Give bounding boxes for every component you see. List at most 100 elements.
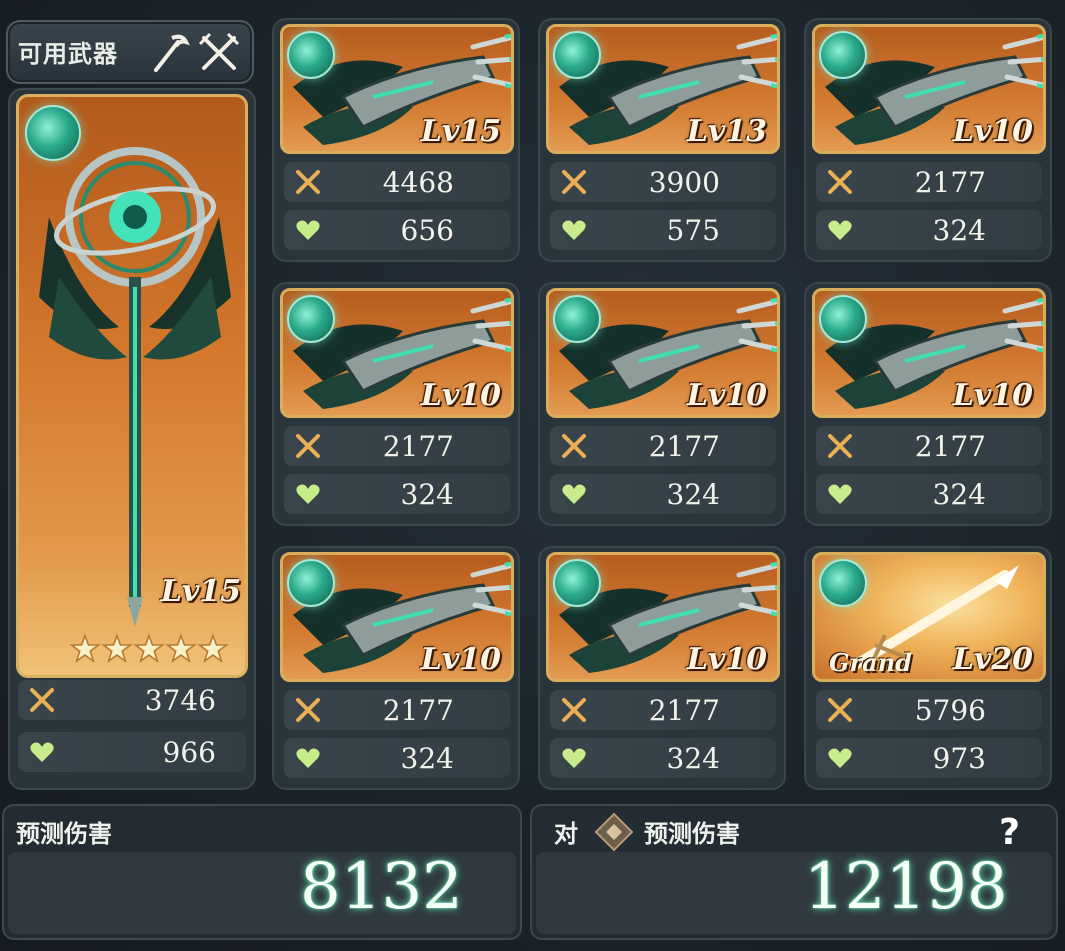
attack-value: 2177 [648,694,720,727]
weapon-artwork: Lv15 [280,24,514,154]
weapon-level: Lv20 [952,642,1033,677]
attack-value: 2177 [382,694,454,727]
star-icon [101,633,133,663]
weapon-artwork: Grand Lv20 [812,552,1046,682]
heart-icon [828,484,852,504]
weapon-level: Lv10 [952,114,1033,149]
star-icon [165,633,197,663]
heart-icon [296,748,320,768]
staff-artwork: Lv15 [16,94,248,678]
attack-stat: 2177 [816,162,1042,202]
attack-stat: 2177 [816,426,1042,466]
weapon-artwork: Lv10 [812,24,1046,154]
staff-type-icon [154,34,190,72]
hp-stat: 966 [18,732,246,772]
predicted-damage-panel: 预测伤害 8132 [2,804,522,940]
weapon-level: Lv10 [420,642,501,677]
weapon-level: Lv15 [420,114,501,149]
hp-stat: 324 [550,738,776,778]
vs-prefix: 对 [554,820,578,848]
weapon-card[interactable]: Lv10 2177 324 [272,282,520,526]
attack-stat: 2177 [284,426,510,466]
hp-value: 324 [400,742,454,775]
wind-element-icon [553,559,601,607]
weapon-card[interactable]: Lv10 2177 324 [272,546,520,790]
attack-icon [296,698,320,722]
attack-icon [828,698,852,722]
attack-icon [562,434,586,458]
star-icon [133,633,165,663]
heart-icon [828,220,852,240]
grand-tag: Grand [829,648,912,677]
heart-icon [296,484,320,504]
hp-value: 324 [666,478,720,511]
available-weapons-tab[interactable]: 可用武器 [6,20,254,84]
predicted-damage-label: 预测伤害 [16,820,112,848]
crossed-swords-icon [198,32,240,70]
attack-stat: 3900 [550,162,776,202]
hp-stat: 575 [550,210,776,250]
weapon-card[interactable]: Grand Lv20 5796 973 [804,546,1052,790]
weapon-card[interactable]: Lv13 3900 575 [538,18,786,262]
heart-icon [30,742,54,762]
heart-icon [562,748,586,768]
hp-value: 656 [400,214,454,247]
predicted-damage-vs-value: 12198 [804,850,1008,924]
wind-element-icon [553,31,601,79]
heart-icon [296,220,320,240]
attack-icon [296,170,320,194]
wind-element-icon [819,559,867,607]
weapon-level: Lv10 [952,378,1033,413]
heart-icon [828,748,852,768]
predicted-damage-vs-label: 预测伤害 [644,820,740,848]
attack-value: 2177 [914,166,986,199]
weapon-artwork: Lv10 [546,288,780,418]
equipped-weapon-card[interactable]: Lv15 3746 966 [8,88,256,790]
weapon-card[interactable]: Lv10 2177 324 [538,282,786,526]
attack-icon [296,434,320,458]
hp-stat: 324 [284,738,510,778]
wind-element-icon [553,295,601,343]
attack-icon [562,170,586,194]
attack-icon [30,688,54,712]
weapon-card[interactable]: Lv10 2177 324 [804,18,1052,262]
heart-icon [562,220,586,240]
weapon-card[interactable]: Lv10 2177 324 [538,546,786,790]
hp-value: 966 [162,736,216,769]
attack-stat: 5796 [816,690,1042,730]
attack-icon [828,434,852,458]
weapon-select-screen: { "header": { "tab_label": "可用武器" }, "ma… [0,0,1065,951]
help-button[interactable]: ? [999,812,1020,853]
attack-value: 3900 [648,166,720,199]
enemy-type-icon [594,812,634,852]
attack-stat: 2177 [550,690,776,730]
hp-value: 324 [932,478,986,511]
attack-value: 2177 [382,430,454,463]
hp-value: 324 [932,214,986,247]
attack-stat: 3746 [18,680,246,720]
weapon-artwork: Lv10 [812,288,1046,418]
wind-element-icon [287,295,335,343]
hp-stat: 656 [284,210,510,250]
attack-value: 2177 [648,430,720,463]
star-icon [69,633,101,663]
rarity-stars [69,633,229,665]
hp-stat: 324 [550,474,776,514]
attack-stat: 2177 [284,690,510,730]
attack-stat: 2177 [550,426,776,466]
hp-value: 324 [666,742,720,775]
attack-value: 3746 [144,684,216,717]
attack-value: 2177 [914,430,986,463]
weapon-level: Lv10 [686,378,767,413]
attack-icon [562,698,586,722]
hp-value: 324 [400,478,454,511]
equipped-weapon-level: Lv15 [160,574,241,609]
weapon-card[interactable]: Lv10 2177 324 [804,282,1052,526]
wind-element-icon [287,559,335,607]
star-icon [197,633,229,663]
wind-element-icon [287,31,335,79]
attack-value: 4468 [382,166,454,199]
weapon-card[interactable]: Lv15 4468 656 [272,18,520,262]
hp-stat: 324 [816,210,1042,250]
hp-stat: 324 [816,474,1042,514]
